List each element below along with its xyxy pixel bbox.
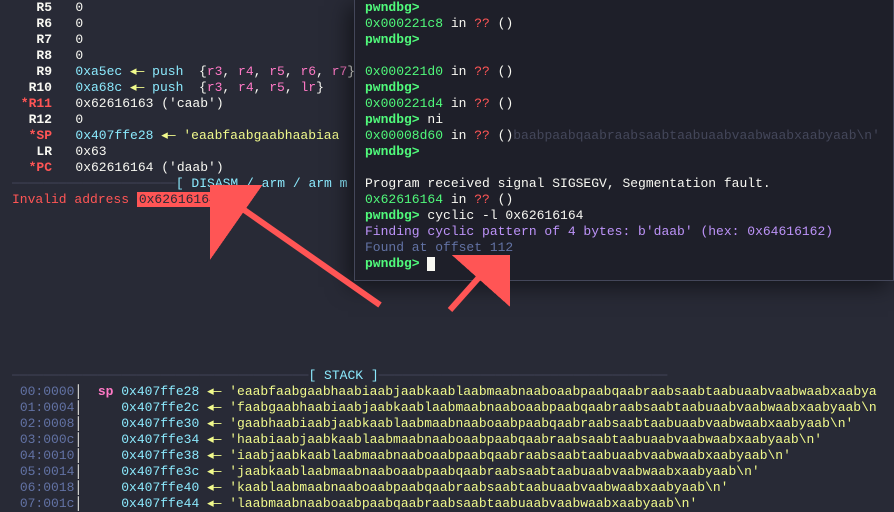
frame-line: 0x00008d60 in ?? ()baabpaabqaabraabsaabt… (365, 128, 883, 144)
pwndbg-prompt[interactable]: pwndbg> (365, 256, 883, 272)
pwndbg-prompt[interactable]: pwndbg> (365, 32, 883, 48)
pwndbg-prompt[interactable]: pwndbg> cyclic -l 0x62616164 (365, 208, 883, 224)
pwndbg-prompt[interactable]: pwndbg> (365, 80, 883, 96)
cursor (427, 257, 435, 271)
debugger-terminal-overlay: pwndbg>0x000221c8 in ?? ()pwndbg> 0x0002… (354, 0, 894, 281)
cyclic-found-line: Found at offset 112 (365, 240, 883, 256)
frame-line: 0x000221d4 in ?? () (365, 96, 883, 112)
stack-row: 03:000c│ 0x407ffe34 ◂— 'haabiaabjaabkaab… (12, 432, 877, 448)
stack-row: 00:0000│ sp 0x407ffe28 ◂— 'eaabfaabgaabh… (12, 384, 877, 400)
stack-row: 04:0010│ 0x407ffe38 ◂— 'iaabjaabkaablaab… (12, 448, 877, 464)
stack-banner: ──────────────────────────────────────[ … (12, 368, 877, 384)
pwndbg-prompt[interactable]: pwndbg> (365, 0, 883, 16)
cyclic-find-line: Finding cyclic pattern of 4 bytes: b'daa… (365, 224, 883, 240)
signal-line: Program received signal SIGSEGV, Segment… (365, 176, 883, 192)
frame-line: 0x000221c8 in ?? () (365, 16, 883, 32)
frame-line: 0x62616164 in ?? () (365, 192, 883, 208)
stack-row: 01:0004│ 0x407ffe2c ◂— 'faabgaabhaabiaab… (12, 400, 877, 416)
pwndbg-prompt[interactable]: pwndbg> (365, 144, 883, 160)
stack-row: 06:0018│ 0x407ffe40 ◂— 'kaablaabmaabnaab… (12, 480, 877, 496)
stack-row: 05:0014│ 0x407ffe3c ◂— 'jaabkaablaabmaab… (12, 464, 877, 480)
frame-line: 0x000221d0 in ?? () (365, 64, 883, 80)
stack-row: 07:001c│ 0x407ffe44 ◂— 'laabmaabnaaboaab… (12, 496, 877, 512)
stack-row: 02:0008│ 0x407ffe30 ◂— 'gaabhaabiaabjaab… (12, 416, 877, 432)
pwndbg-prompt[interactable]: pwndbg> ni (365, 112, 883, 128)
